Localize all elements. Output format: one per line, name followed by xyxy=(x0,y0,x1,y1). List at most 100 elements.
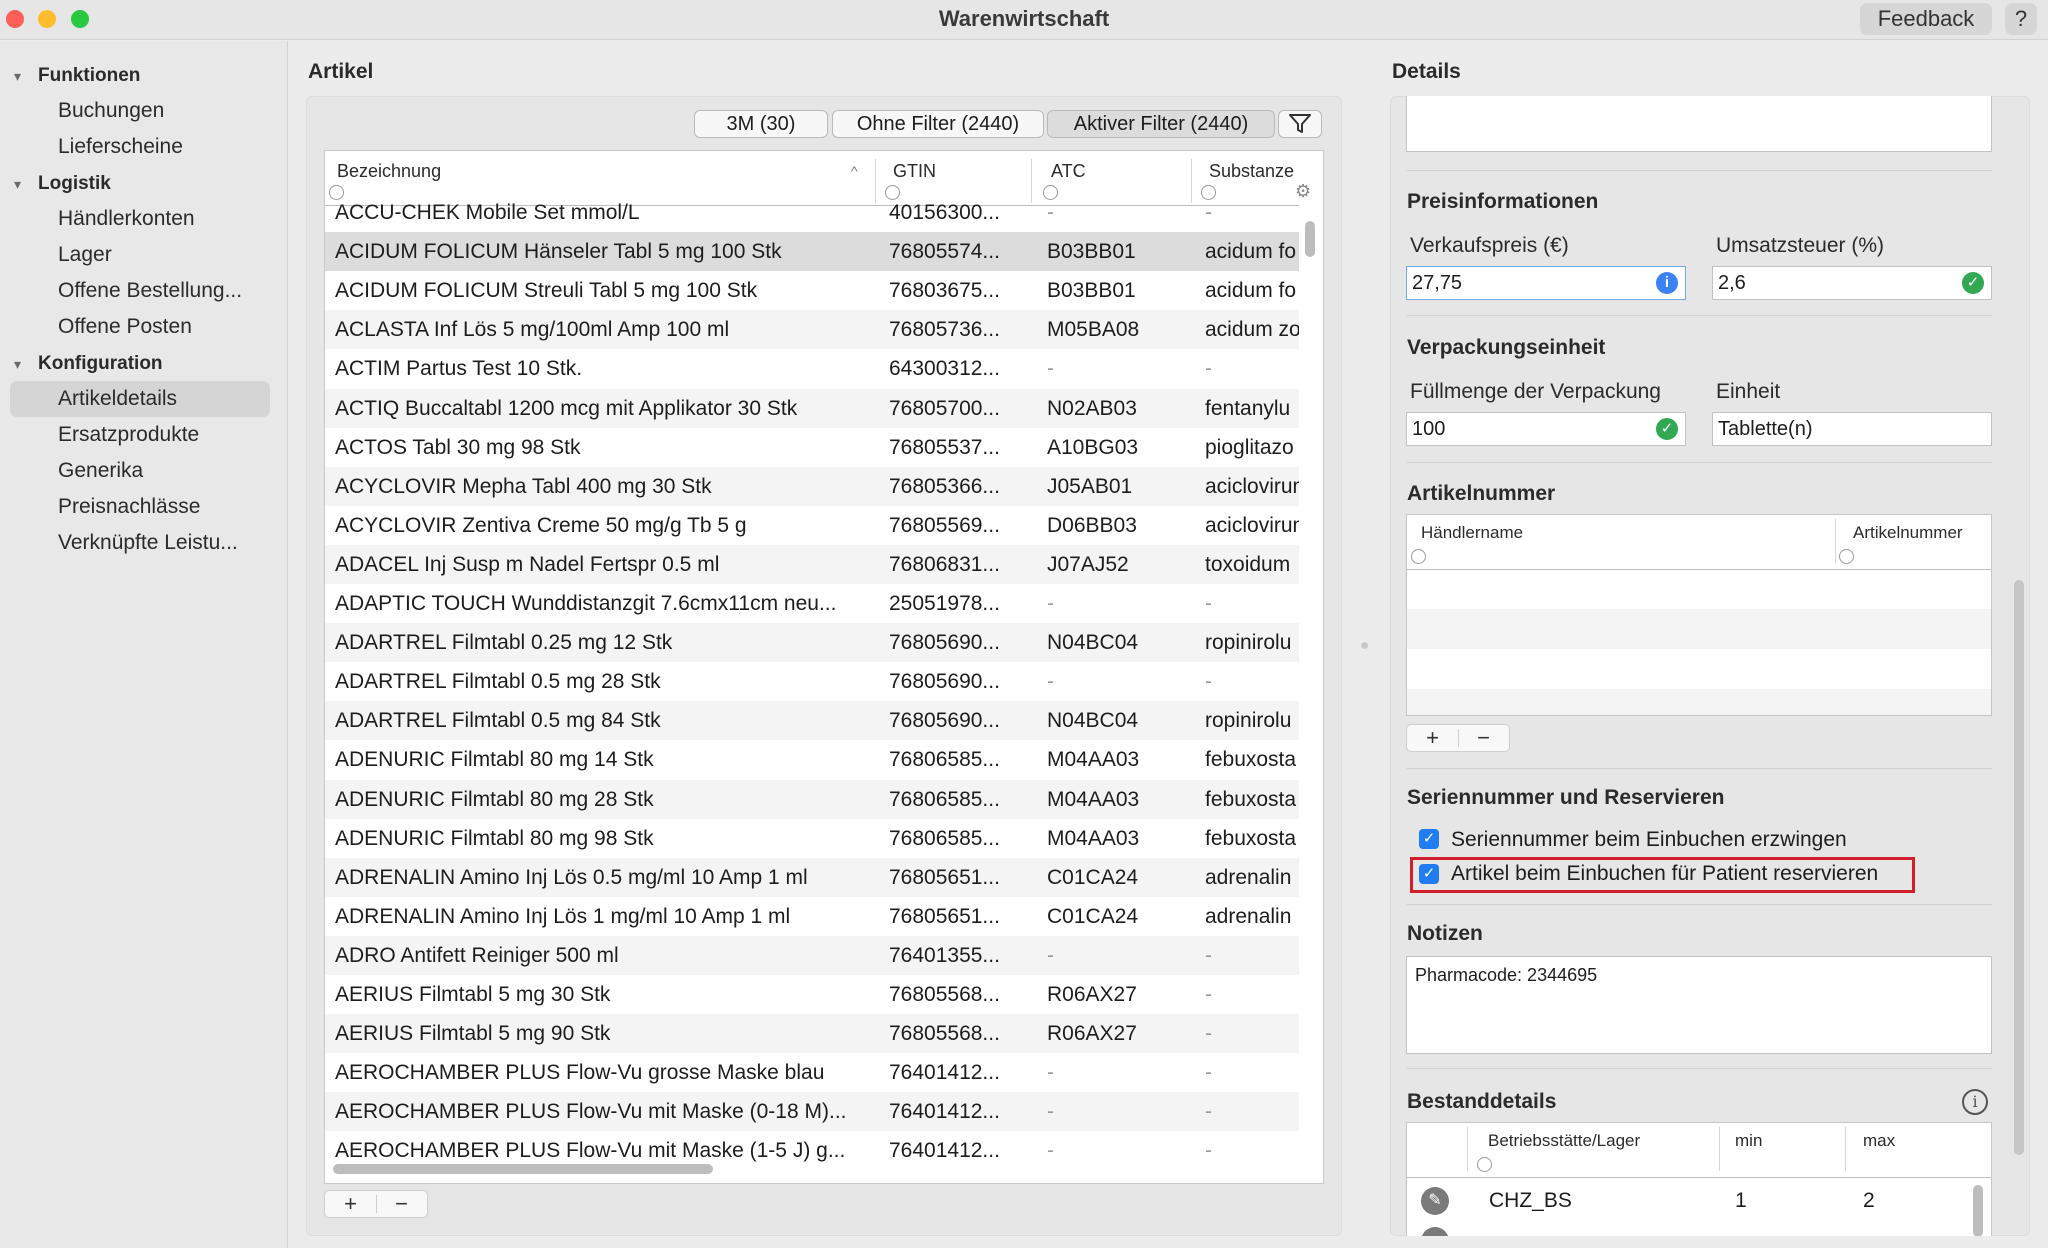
table-row[interactable]: ACYCLOVIR Mepha Tabl 400 mg 30 Stk 768053… xyxy=(325,466,1299,506)
horizontal-scrollbar[interactable] xyxy=(333,1164,713,1174)
sidebar-item-lieferscheine[interactable]: Lieferscheine xyxy=(58,135,183,159)
info-icon[interactable]: i xyxy=(1656,272,1678,294)
notes-textarea[interactable]: Pharmacode: 2344695 xyxy=(1406,956,1992,1054)
vertical-scrollbar[interactable] xyxy=(1305,221,1315,257)
filter-none-button[interactable]: Ohne Filter (2440) xyxy=(832,110,1044,138)
column-header-artikelnummer[interactable]: Artikelnummer xyxy=(1853,523,1963,543)
column-header-gtin[interactable]: GTIN xyxy=(893,161,936,182)
article-gtin-cell: 76806585... xyxy=(889,826,1000,850)
column-filter-radio[interactable] xyxy=(1477,1157,1492,1172)
article-substance-cell: toxoidum xyxy=(1205,552,1291,576)
details-top-field[interactable] xyxy=(1406,96,1992,152)
edit-pencil-icon[interactable]: ✎ xyxy=(1421,1187,1449,1215)
fill-quantity-input[interactable]: 100 xyxy=(1406,412,1686,446)
article-atc-cell: C01CA24 xyxy=(1047,865,1139,889)
sidebar-item-lager[interactable]: Lager xyxy=(58,243,112,267)
filter-3m-button[interactable]: 3M (30) xyxy=(694,110,828,138)
sidebar-item-offene-posten[interactable]: Offene Posten xyxy=(58,315,192,339)
window-title: Warenwirtschaft xyxy=(938,6,1110,31)
filter-active-button[interactable]: Aktiver Filter (2440) xyxy=(1047,110,1275,138)
table-row[interactable]: AEROCHAMBER PLUS Flow-Vu grosse Maske bl… xyxy=(325,1053,1299,1092)
table-row[interactable]: ACTIM Partus Test 10 Stk. 64300312... - - xyxy=(325,349,1299,388)
table-row[interactable]: ACYCLOVIR Zentiva Creme 50 mg/g Tb 5 g 76… xyxy=(325,506,1299,545)
sidebar-item-generika[interactable]: Generika xyxy=(58,459,143,483)
sidebar: ▾ Funktionen Buchungen Lieferscheine ▾ Log… xyxy=(0,41,288,1248)
unit-input[interactable]: Tablette(n) xyxy=(1712,412,1992,446)
vat-input[interactable]: 2,6 xyxy=(1712,266,1992,300)
column-header-bezeichnung[interactable]: Bezeichnung xyxy=(337,161,441,182)
article-name-cell: ACTIQ Buccaltabl 1200 mcg mit Applikator… xyxy=(335,396,798,420)
table-row[interactable]: ADARTREL Filmtabl 0.5 mg 28 Stk 76805690.… xyxy=(325,662,1299,701)
article-atc-cell: M04AA03 xyxy=(1047,787,1140,811)
table-row[interactable]: ACIDUM FOLICUM Streuli Tabl 5 mg 100 Stk… xyxy=(325,271,1299,310)
enforce-serial-checkbox[interactable]: ✓ xyxy=(1419,829,1439,849)
sidebar-group-konfiguration[interactable]: ▾ Konfiguration xyxy=(14,353,163,375)
table-row[interactable]: ADARTREL Filmtabl 0.25 mg 12 Stk 76805690… xyxy=(325,623,1299,663)
column-header-substanzen[interactable]: Substanze xyxy=(1209,161,1294,182)
table-row[interactable]: ADENURIC Filmtabl 80 mg 98 Stk 76806585..… xyxy=(325,819,1299,858)
highlight-annotation-box xyxy=(1410,857,1915,893)
articles-table: Bezeichnung ^ GTIN ATC Substanze ⚙ ACCU-… xyxy=(324,150,1324,1184)
info-icon[interactable]: i xyxy=(1962,1089,1988,1115)
column-filter-radio[interactable] xyxy=(1839,549,1854,564)
article-gtin-cell: 76803675... xyxy=(889,279,1000,303)
article-atc-cell: M04AA03 xyxy=(1047,748,1140,772)
table-row[interactable]: ADACEL Inj Susp m Nadel Fertspr 0.5 ml 76… xyxy=(325,544,1299,584)
sidebar-item-artikeldetails[interactable]: Artikeldetails xyxy=(58,387,177,411)
add-article-button[interactable]: + xyxy=(325,1191,376,1217)
sidebar-item-buchungen[interactable]: Buchungen xyxy=(58,99,164,123)
table-row[interactable]: ADRENALIN Amino Inj Lös 0.5 mg/ml 10 Amp… xyxy=(325,857,1299,897)
table-row[interactable]: ADENURIC Filmtabl 80 mg 14 Stk 76806585..… xyxy=(325,740,1299,779)
table-row[interactable]: ADENURIC Filmtabl 80 mg 28 Stk 76806585..… xyxy=(325,779,1299,819)
split-view-divider-handle[interactable] xyxy=(1361,642,1368,649)
feedback-button[interactable]: Feedback xyxy=(1860,3,1992,35)
add-article-number-button[interactable]: + xyxy=(1407,725,1458,751)
table-row[interactable]: ADARTREL Filmtabl 0.5 mg 84 Stk 76805690.… xyxy=(325,701,1299,741)
stock-min-cell: 1 xyxy=(1735,1189,1747,1212)
column-header-haendlername[interactable]: Händlername xyxy=(1421,523,1523,543)
table-row[interactable]: ACTOS Tabl 30 mg 98 Stk 76805537... A10BG0… xyxy=(325,428,1299,467)
article-atc-cell: D06BB03 xyxy=(1047,513,1137,537)
sidebar-item-haendlerkonten[interactable]: Händlerkonten xyxy=(58,207,195,231)
unit-label: Einheit xyxy=(1716,380,1781,403)
edit-pencil-icon[interactable] xyxy=(1421,1227,1449,1236)
article-substance-cell: adrenalin xyxy=(1205,865,1292,889)
table-row[interactable]: ACCU-CHEK Mobile Set mmol/L 40156300... - - xyxy=(325,193,1299,232)
sidebar-group-label: Konfiguration xyxy=(38,353,163,374)
sidebar-group-funktionen[interactable]: ▾ Funktionen xyxy=(14,65,140,87)
table-row[interactable]: ADRENALIN Amino Inj Lös 1 mg/ml 10 Amp 1… xyxy=(325,897,1299,936)
article-atc-cell: B03BB01 xyxy=(1047,279,1136,303)
article-atc-cell: - xyxy=(1047,943,1054,967)
column-header-atc[interactable]: ATC xyxy=(1051,161,1086,182)
column-header-location[interactable]: Betriebsstätte/Lager xyxy=(1488,1131,1640,1151)
packaging-section-title: Verpackungseinheit xyxy=(1407,336,1606,359)
table-row[interactable]: ACTIQ Buccaltabl 1200 mcg mit Applikator… xyxy=(325,388,1299,428)
column-header-max[interactable]: max xyxy=(1863,1131,1895,1151)
help-button[interactable]: ? xyxy=(2005,3,2037,35)
remove-article-number-button[interactable]: − xyxy=(1458,725,1509,751)
sidebar-group-logistik[interactable]: ▾ Logistik xyxy=(14,173,111,195)
sidebar-group-label: Funktionen xyxy=(38,65,141,86)
sidebar-item-offene-bestellung[interactable]: Offene Bestellung... xyxy=(58,279,242,303)
header-divider xyxy=(1407,569,1991,570)
table-row[interactable]: ADAPTIC TOUCH Wunddistanzgit 7.6cmx11cm … xyxy=(325,584,1299,623)
sidebar-item-ersatzprodukte[interactable]: Ersatzprodukte xyxy=(58,423,199,447)
table-row[interactable]: AEROCHAMBER PLUS Flow-Vu mit Maske (0-18… xyxy=(325,1092,1299,1132)
article-substance-cell: febuxosta xyxy=(1205,787,1297,811)
filter-funnel-button[interactable] xyxy=(1278,110,1322,138)
table-row[interactable]: AERIUS Filmtabl 5 mg 30 Stk 76805568... R0… xyxy=(325,975,1299,1014)
article-gtin-cell: 76401412... xyxy=(889,1100,1000,1124)
sidebar-item-verknuepfte-leistungen[interactable]: Verknüpfte Leistu... xyxy=(58,531,238,555)
sale-price-input[interactable]: 27,75 xyxy=(1406,266,1686,300)
table-row[interactable]: ACIDUM FOLICUM Hänseler Tabl 5 mg 100 St… xyxy=(325,232,1299,272)
article-atc-cell: - xyxy=(1047,1061,1054,1085)
remove-article-button[interactable]: − xyxy=(376,1191,427,1217)
table-row[interactable]: AERIUS Filmtabl 5 mg 90 Stk 76805568... R0… xyxy=(325,1014,1299,1054)
table-row[interactable]: ACLASTA Inf Lös 5 mg/100ml Amp 100 ml 768… xyxy=(325,310,1299,350)
column-filter-radio[interactable] xyxy=(1411,549,1426,564)
details-scrollbar[interactable] xyxy=(2014,580,2024,1155)
sidebar-item-preisnachlaesse[interactable]: Preisnachlässe xyxy=(58,495,200,519)
column-header-min[interactable]: min xyxy=(1735,1131,1762,1151)
vertical-scrollbar[interactable] xyxy=(1973,1185,1983,1236)
table-row[interactable]: ADRO Antifett Reiniger 500 ml 76401355...… xyxy=(325,935,1299,975)
